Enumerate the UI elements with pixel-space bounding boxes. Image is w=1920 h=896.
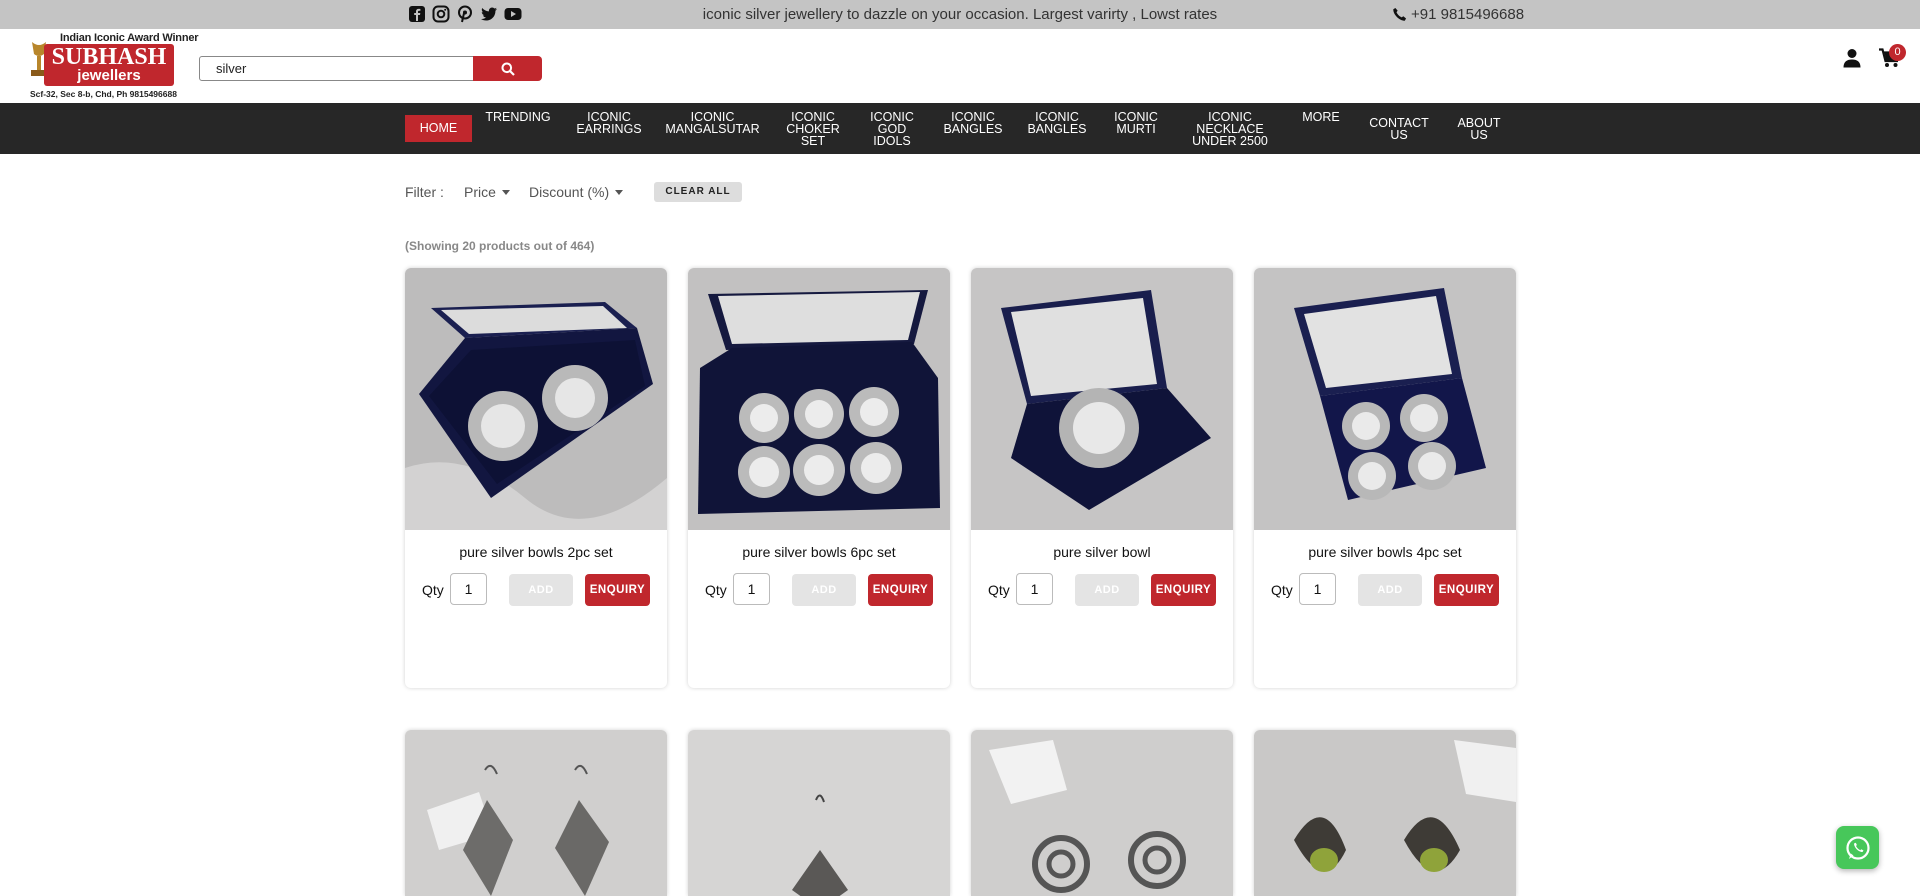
discount-filter-label: Discount (%) — [529, 184, 610, 200]
product-card[interactable] — [971, 730, 1233, 896]
enquiry-button[interactable]: ENQUIRY — [1434, 574, 1499, 606]
site-header: Indian Iconic Award Winner SUBHASH jewel… — [0, 29, 1920, 103]
product-image[interactable] — [405, 730, 667, 896]
product-image[interactable] — [971, 730, 1233, 896]
product-image[interactable] — [688, 268, 950, 530]
add-to-cart-button[interactable]: ADD — [1358, 574, 1422, 606]
product-card[interactable] — [688, 730, 950, 896]
qty-label: Qty — [1271, 582, 1293, 598]
announcement-text: iconic silver jewellery to dazzle on you… — [702, 6, 1218, 23]
product-name[interactable]: pure silver bowls 6pc set — [688, 544, 950, 560]
nav-iconic-choker-set[interactable]: ICONIC CHOKER SET — [780, 111, 846, 148]
nav-home[interactable]: HOME — [405, 115, 472, 142]
search-button[interactable] — [473, 56, 542, 81]
qty-label: Qty — [422, 582, 444, 598]
price-filter-dropdown[interactable]: Price — [464, 184, 510, 200]
discount-filter-dropdown[interactable]: Discount (%) — [529, 184, 624, 200]
nav-trending[interactable]: TRENDING — [482, 111, 554, 124]
qty-label: Qty — [705, 582, 727, 598]
filter-label: Filter : — [405, 184, 444, 200]
product-card[interactable] — [405, 730, 667, 896]
product-name[interactable]: pure silver bowls 2pc set — [405, 544, 667, 560]
main-nav: HOME TRENDING ICONIC EARRINGS ICONIC MAN… — [0, 103, 1920, 154]
qty-label: Qty — [988, 582, 1010, 598]
nav-contact-us[interactable]: CONTACT US — [1363, 117, 1435, 142]
product-card[interactable] — [1254, 730, 1516, 896]
product-name[interactable]: pure silver bowls 4pc set — [1254, 544, 1516, 560]
chevron-down-icon — [501, 189, 510, 195]
enquiry-button[interactable]: ENQUIRY — [1151, 574, 1216, 606]
product-image[interactable] — [1254, 730, 1516, 896]
price-filter-label: Price — [464, 184, 496, 200]
logo-name: SUBHASH — [51, 44, 167, 70]
nav-iconic-bangles-2[interactable]: ICONIC BANGLES — [1022, 111, 1092, 136]
enquiry-button[interactable]: ENQUIRY — [868, 574, 933, 606]
clear-all-button[interactable]: CLEAR ALL — [654, 182, 742, 202]
cart-count-badge: 0 — [1889, 44, 1906, 61]
whatsapp-icon — [1845, 835, 1870, 860]
nav-iconic-murti[interactable]: ICONIC MURTI — [1108, 111, 1164, 136]
results-count: (Showing 20 products out of 464) — [405, 239, 595, 253]
quantity-input[interactable] — [450, 573, 487, 605]
product-image[interactable] — [1254, 268, 1516, 530]
quantity-input[interactable] — [733, 573, 770, 605]
logo-address: Scf-32, Sec 8-b, Chd, Ph 9815496688 — [30, 89, 177, 99]
product-card[interactable]: pure silver bowl Qty ADD ENQUIRY — [971, 268, 1233, 688]
add-to-cart-button[interactable]: ADD — [792, 574, 856, 606]
site-logo[interactable]: Indian Iconic Award Winner SUBHASH jewel… — [28, 32, 199, 100]
enquiry-button[interactable]: ENQUIRY — [585, 574, 650, 606]
nav-more[interactable]: MORE — [1295, 111, 1347, 124]
nav-iconic-bangles[interactable]: ICONIC BANGLES — [938, 111, 1008, 136]
add-to-cart-button[interactable]: ADD — [1075, 574, 1139, 606]
logo-badge: SUBHASH jewellers — [44, 44, 174, 86]
add-to-cart-button[interactable]: ADD — [509, 574, 573, 606]
product-image[interactable] — [688, 730, 950, 896]
product-image[interactable] — [971, 268, 1233, 530]
nav-iconic-god-idols[interactable]: ICONIC GOD IDOLS — [865, 111, 919, 148]
phone-contact[interactable]: +91 9815496688 — [1392, 6, 1524, 23]
product-card[interactable]: pure silver bowls 4pc set Qty ADD ENQUIR… — [1254, 268, 1516, 688]
nav-iconic-earrings[interactable]: ICONIC EARRINGS — [570, 111, 648, 136]
product-card[interactable]: pure silver bowls 6pc set Qty ADD ENQUIR… — [688, 268, 950, 688]
logo-award-text: Indian Iconic Award Winner — [60, 32, 199, 44]
phone-icon — [1393, 7, 1407, 21]
nav-iconic-mangalsutar[interactable]: ICONIC MANGALSUTAR — [665, 111, 760, 136]
phone-number: +91 9815496688 — [1411, 6, 1525, 23]
user-icon[interactable] — [1842, 48, 1862, 68]
search-icon — [501, 62, 515, 76]
chevron-down-icon — [615, 189, 624, 195]
whatsapp-chat-button[interactable] — [1836, 826, 1879, 869]
quantity-input[interactable] — [1016, 573, 1053, 605]
logo-subtitle: jewellers — [77, 67, 141, 84]
nav-about-us[interactable]: ABOUT US — [1448, 117, 1510, 142]
product-image[interactable] — [405, 268, 667, 530]
quantity-input[interactable] — [1299, 573, 1336, 605]
nav-iconic-necklace-under-2500[interactable]: ICONIC NECKLACE UNDER 2500 — [1186, 111, 1274, 148]
product-card[interactable]: pure silver bowls 2pc set Qty ADD ENQUIR… — [405, 268, 667, 688]
top-bar: iconic silver jewellery to dazzle on you… — [0, 0, 1920, 29]
product-name[interactable]: pure silver bowl — [971, 544, 1233, 560]
search-input[interactable] — [199, 56, 474, 81]
